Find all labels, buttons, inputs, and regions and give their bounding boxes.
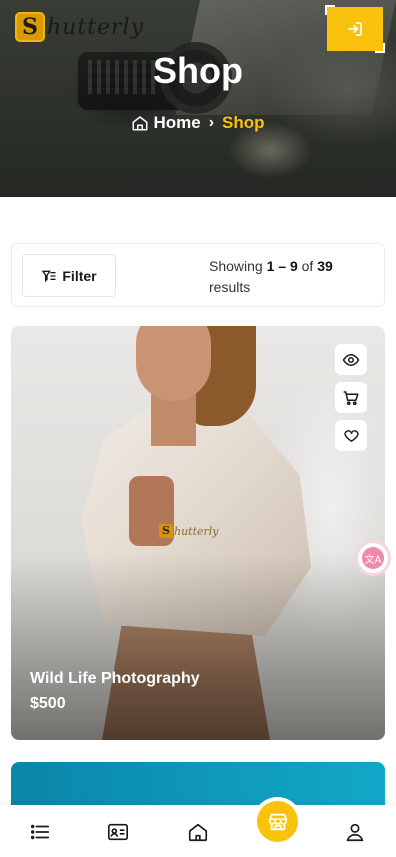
home-icon — [132, 116, 148, 131]
watermark-mark: S — [159, 524, 173, 538]
menu-icon — [30, 824, 50, 840]
home-icon — [188, 823, 208, 842]
results-range: 1 – 9 — [266, 258, 298, 274]
eye-icon — [342, 353, 360, 366]
login-button[interactable] — [325, 5, 385, 53]
cart-icon — [343, 390, 359, 405]
heart-icon — [343, 430, 359, 442]
product-price: $500 — [30, 695, 66, 712]
breadcrumb-home-link[interactable]: Home — [153, 113, 200, 133]
product-watermark: S hutterly — [159, 524, 219, 538]
results-suffix: results — [209, 279, 251, 295]
filter-label: Filter — [62, 267, 97, 284]
login-arrow-icon — [348, 22, 362, 36]
translate-icon: 文A — [362, 547, 384, 569]
results-prefix: Showing — [209, 258, 263, 274]
breadcrumb-separator-icon: › — [208, 114, 215, 131]
logo-text: hutterly — [47, 14, 145, 40]
profile-card-icon — [108, 823, 128, 841]
product-card[interactable]: S hutterly Wild Life Photography $500 — [11, 326, 385, 740]
breadcrumb: Home › Shop — [0, 113, 396, 133]
bottom-nav — [0, 801, 396, 857]
page-hero: S hutterly Shop Home › Shop — [0, 0, 396, 197]
nav-profile-card[interactable] — [106, 820, 130, 844]
product-actions — [335, 344, 367, 451]
site-logo[interactable]: S hutterly — [15, 12, 144, 42]
watermark-text: hutterly — [174, 524, 219, 538]
quick-view-button[interactable] — [335, 344, 367, 375]
nav-menu[interactable] — [28, 820, 52, 844]
user-icon — [346, 823, 364, 842]
add-to-cart-button[interactable] — [335, 382, 367, 413]
results-total: 39 — [317, 258, 333, 274]
filter-icon — [42, 270, 57, 282]
translate-button[interactable]: 文A — [358, 543, 388, 573]
filter-button[interactable]: Filter — [22, 254, 116, 297]
page-title: Shop — [153, 50, 243, 91]
breadcrumb-current: Shop — [222, 113, 265, 132]
results-of: of — [301, 258, 314, 274]
nav-home[interactable] — [186, 820, 210, 844]
shop-icon — [268, 813, 287, 830]
results-count: Showing 1 – 9 of 39 results — [209, 256, 379, 298]
nav-account[interactable] — [343, 820, 367, 844]
nav-shop[interactable] — [257, 801, 298, 842]
logo-mark: S — [15, 12, 45, 42]
wishlist-button[interactable] — [335, 420, 367, 451]
product-title[interactable]: Wild Life Photography — [30, 670, 200, 688]
shop-toolbar: Filter Showing 1 – 9 of 39 results — [11, 243, 385, 307]
